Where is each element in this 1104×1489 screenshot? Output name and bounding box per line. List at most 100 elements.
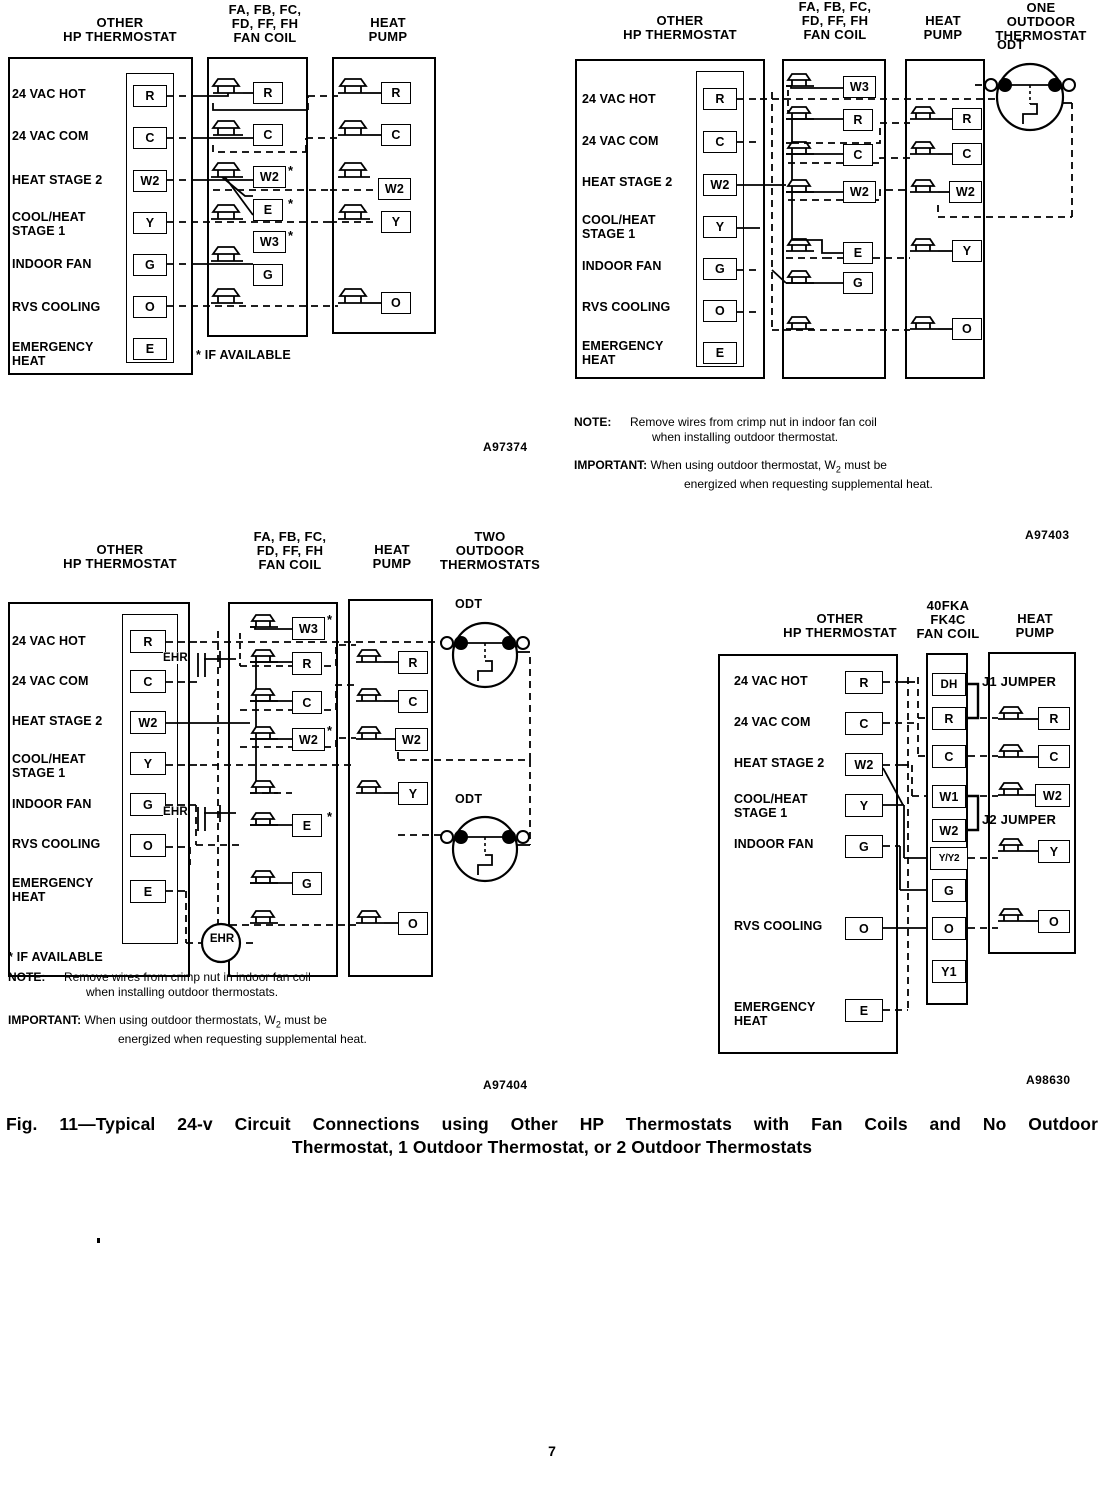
diagram3-ehr-relay-label: EHR — [209, 933, 235, 945]
diagram3-fancoil-terminal-C: C — [292, 691, 322, 714]
diagram3-important-line2: energized when requesting supplemental h… — [118, 1032, 367, 1047]
diagram4-fancoil-terminal-W2: W2 — [932, 819, 966, 842]
crimp-nut-icon — [998, 908, 1026, 922]
diagram2-heatpump-terminal-O: O — [952, 318, 982, 340]
diagram3-note-block: NOTE: Remove wires from crimp nut in indo… — [8, 970, 438, 1000]
diagram3-fancoil-terminal-W2: W2 — [292, 728, 325, 751]
diagram3-odt2-label: ODT — [455, 792, 483, 806]
diagram2-fancoil-terminal-G: G — [843, 272, 873, 294]
crimp-nut-icon — [338, 288, 370, 304]
crimp-nut-icon — [998, 744, 1026, 758]
diagram2-note-block: NOTE: Remove wires from crimp nut in indo… — [574, 415, 1004, 445]
diagram2-reference-number: A97403 — [1025, 528, 1070, 542]
crimp-nut-icon — [356, 649, 384, 663]
diagram2-fancoil-terminal-C: C — [843, 144, 873, 166]
diagram-two-outdoor-thermostats: OTHER HP THERMOSTAT FA, FB, FC, FD, FF, … — [0, 525, 560, 1070]
diagram2-important-line1-b: must be — [840, 458, 887, 472]
diagram3-important-label: IMPORTANT: — [8, 1013, 82, 1027]
diagram2-heatpump-terminal-Y: Y — [952, 240, 982, 262]
crimp-nut-icon — [250, 812, 278, 826]
crimp-nut-icon — [211, 78, 243, 94]
diagram3-star-W3: * — [327, 612, 333, 627]
diagram1-fancoil-terminal-W3: W3 — [253, 231, 286, 253]
diagram2-important-line1-a: When using outdoor thermostat, W — [650, 458, 836, 472]
crimp-nut-icon — [910, 179, 938, 193]
diagram1-heatpump-terminal-R: R — [381, 82, 411, 104]
diagram3-important-line1-a: When using outdoor thermostats, W — [84, 1013, 276, 1027]
crimp-nut-icon — [211, 246, 243, 262]
diagram1-fancoil-terminal-G: G — [253, 264, 283, 286]
diagram2-note-line1: Remove wires from crimp nut in indoor fa… — [630, 415, 877, 429]
diagram2-fancoil-terminal-R: R — [843, 109, 873, 131]
crimp-nut-icon — [338, 162, 370, 178]
diagram1-star-W2: * — [288, 163, 294, 178]
diagram4-wiring — [882, 677, 1038, 1011]
crimp-nut-icon — [356, 780, 384, 794]
crimp-nut-icon — [998, 782, 1026, 796]
crimp-nut-icon — [211, 204, 243, 220]
diagram2-odt-label: ODT — [997, 38, 1025, 52]
crimp-nut-icon — [250, 870, 278, 884]
diagram3-ehr-contact-label-1: EHR — [163, 652, 188, 664]
crimp-nut-icon — [250, 910, 278, 924]
crimp-nut-icon — [786, 316, 814, 330]
crimp-nut-icon — [250, 688, 278, 702]
crimp-nut-icon — [998, 706, 1026, 720]
crimp-nut-icon — [998, 838, 1026, 852]
crimp-nut-icon — [786, 106, 814, 120]
crimp-nut-icon — [356, 910, 384, 924]
diagram2-fancoil-terminal-W2: W2 — [843, 181, 876, 203]
diagram3-fancoil-terminal-W3: W3 — [292, 617, 325, 640]
diagram3-heatpump-terminal-Y: Y — [398, 782, 428, 805]
diagram1-heatpump-terminal-W2: W2 — [378, 178, 411, 200]
diagram1-fancoil-terminal-E: E — [253, 199, 283, 221]
crimp-nut-icon — [356, 688, 384, 702]
diagram2-important-label: IMPORTANT: — [574, 458, 648, 472]
document-page: OTHER HP THERMOSTAT FA, FB, FC, FD, FF, … — [0, 0, 1104, 1489]
diagram4-fancoil-terminal-G: G — [932, 879, 966, 902]
diagram3-fancoil-terminal-E: E — [292, 814, 322, 837]
diagram3-ehr-contact-label-2: EHR — [163, 806, 188, 818]
diagram4-fancoil-terminal-W1: W1 — [932, 785, 966, 808]
crimp-nut-icon — [250, 614, 278, 628]
diagram3-odt2-symbol — [440, 815, 530, 883]
diagram1-fancoil-terminal-R: R — [253, 82, 283, 104]
crimp-nut-icon — [250, 649, 278, 663]
diagram1-star-W3: * — [288, 228, 294, 243]
diagram3-heatpump-terminal-R: R — [398, 651, 428, 674]
diagram4-j2-jumper-label: J2 JUMPER — [982, 812, 1057, 827]
diagram4-heatpump-terminal-R: R — [1038, 707, 1070, 730]
diagram1-fancoil-terminal-W2: W2 — [253, 166, 286, 188]
diagram1-star-E: * — [288, 196, 294, 211]
crimp-nut-icon — [211, 162, 243, 178]
diagram-40fka-fk4c-fancoil: OTHER HP THERMOSTAT 40FKA FK4C FAN COIL … — [690, 590, 1104, 1070]
diagram3-heatpump-terminal-O: O — [398, 912, 428, 935]
diagram1-heatpump-terminal-O: O — [381, 292, 411, 314]
crimp-nut-icon — [786, 179, 814, 193]
diagram4-fancoil-terminal-O: O — [932, 917, 966, 940]
diagram1-heatpump-terminal-Y: Y — [381, 211, 411, 233]
crimp-nut-icon — [338, 120, 370, 136]
diagram3-heatpump-terminal-C: C — [398, 690, 428, 713]
diagram4-fancoil-terminal-C: C — [932, 745, 966, 768]
diagram3-fancoil-terminal-G: G — [292, 872, 322, 895]
figure-caption-line1: Fig. 11—Typical 24-v Circuit Connections… — [6, 1114, 1098, 1134]
diagram3-heatpump-terminal-W2: W2 — [395, 728, 428, 751]
scan-artifact-mark — [97, 1238, 100, 1243]
crimp-nut-icon — [250, 780, 278, 794]
diagram4-heatpump-terminal-O: O — [1038, 910, 1070, 933]
diagram3-note-line2: when installing outdoor thermostats. — [86, 985, 279, 999]
diagram4-heatpump-terminal-W2: W2 — [1035, 784, 1070, 807]
crimp-nut-icon — [250, 726, 278, 740]
diagram2-important-line2: energized when requesting supplemental h… — [684, 477, 933, 492]
diagram2-note-line2: when installing outdoor thermostat. — [652, 430, 839, 444]
diagram4-reference-number: A98630 — [1026, 1073, 1071, 1087]
diagram1-fancoil-terminal-C: C — [253, 124, 283, 146]
diagram3-important-block: IMPORTANT: When using outdoor thermostat… — [8, 1013, 458, 1047]
crimp-nut-icon — [356, 726, 384, 740]
crimp-nut-icon — [910, 238, 938, 252]
crimp-nut-icon — [338, 78, 370, 94]
diagram1-footnote: * IF AVAILABLE — [196, 348, 291, 362]
diagram2-important-block: IMPORTANT: When using outdoor thermostat… — [574, 458, 1024, 492]
diagram4-heatpump-terminal-C: C — [1038, 745, 1070, 768]
